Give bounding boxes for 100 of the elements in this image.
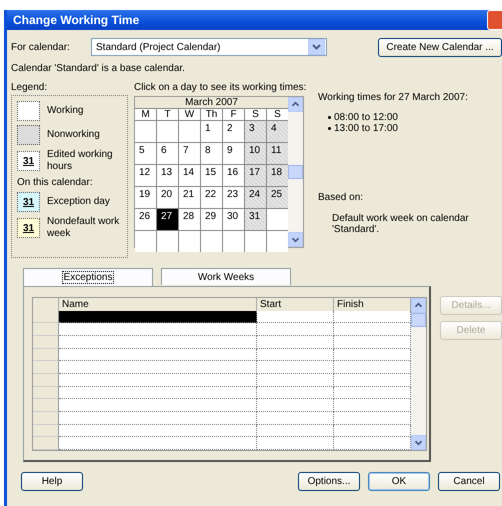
day-cell[interactable] bbox=[179, 121, 200, 142]
row-header[interactable] bbox=[33, 348, 59, 362]
table-cell[interactable] bbox=[257, 348, 334, 362]
day-cell[interactable] bbox=[135, 121, 156, 142]
scroll-thumb[interactable] bbox=[288, 165, 303, 179]
table-cell[interactable] bbox=[334, 323, 411, 336]
day-cell[interactable]: 25 bbox=[267, 187, 288, 208]
day-cell[interactable]: 17 bbox=[245, 165, 266, 186]
table-cell[interactable] bbox=[59, 412, 257, 425]
table-cell[interactable] bbox=[257, 310, 334, 324]
day-cell[interactable] bbox=[201, 231, 222, 252]
day-cell[interactable]: 24 bbox=[245, 187, 266, 208]
table-cell[interactable] bbox=[334, 310, 411, 324]
table-cell[interactable] bbox=[334, 437, 411, 450]
day-cell[interactable]: 20 bbox=[157, 187, 178, 208]
day-cell[interactable] bbox=[267, 231, 288, 252]
row-header[interactable] bbox=[33, 386, 59, 400]
table-cell[interactable] bbox=[59, 361, 257, 374]
column-header[interactable]: Name bbox=[59, 298, 257, 312]
table-cell[interactable] bbox=[59, 374, 257, 387]
row-header[interactable] bbox=[33, 437, 59, 450]
day-cell[interactable] bbox=[157, 121, 178, 142]
day-cell[interactable]: 26 bbox=[135, 209, 156, 230]
day-cell[interactable]: 13 bbox=[157, 165, 178, 186]
row-header[interactable] bbox=[33, 424, 59, 438]
column-header[interactable]: Finish bbox=[334, 298, 411, 312]
day-cell[interactable]: 4 bbox=[267, 121, 288, 142]
table-cell[interactable] bbox=[334, 336, 411, 349]
day-cell[interactable]: 5 bbox=[135, 143, 156, 164]
row-header[interactable] bbox=[33, 412, 59, 425]
day-cell[interactable] bbox=[267, 209, 288, 230]
table-cell[interactable] bbox=[257, 323, 334, 336]
table-cell[interactable] bbox=[257, 336, 334, 349]
day-cell[interactable]: 19 bbox=[135, 187, 156, 208]
day-cell[interactable]: 23 bbox=[223, 187, 244, 208]
day-cell[interactable]: 27 bbox=[157, 209, 178, 230]
table-cell[interactable] bbox=[257, 412, 334, 425]
table-cell[interactable] bbox=[257, 437, 334, 450]
dialog-button[interactable]: OK bbox=[368, 472, 430, 491]
table-cell[interactable] bbox=[257, 361, 334, 374]
dialog-button[interactable]: Cancel bbox=[438, 472, 500, 491]
table-cell[interactable] bbox=[334, 424, 411, 438]
day-cell[interactable]: 18 bbox=[267, 165, 288, 186]
scroll-thumb[interactable] bbox=[411, 313, 426, 327]
day-cell[interactable]: 8 bbox=[201, 143, 222, 164]
day-cell[interactable]: 7 bbox=[179, 143, 200, 164]
day-cell[interactable]: 22 bbox=[201, 187, 222, 208]
close-button[interactable] bbox=[487, 10, 502, 30]
table-cell[interactable] bbox=[334, 361, 411, 374]
table-cell[interactable] bbox=[59, 437, 257, 450]
day-cell[interactable]: 11 bbox=[267, 143, 288, 164]
day-cell[interactable]: 10 bbox=[245, 143, 266, 164]
table-cell[interactable] bbox=[257, 386, 334, 400]
table-cell[interactable] bbox=[334, 374, 411, 387]
row-header[interactable] bbox=[33, 374, 59, 387]
help-button[interactable]: Help bbox=[21, 472, 83, 491]
table-cell[interactable] bbox=[334, 386, 411, 400]
day-cell[interactable]: 12 bbox=[135, 165, 156, 186]
scroll-up-icon[interactable] bbox=[411, 298, 426, 313]
day-cell[interactable]: 28 bbox=[179, 209, 200, 230]
day-cell[interactable]: 14 bbox=[179, 165, 200, 186]
table-cell[interactable] bbox=[59, 399, 257, 412]
scroll-up-icon[interactable] bbox=[288, 97, 303, 112]
day-cell[interactable]: 6 bbox=[157, 143, 178, 164]
calendar-dropdown[interactable]: Standard (Project Calendar) bbox=[91, 38, 327, 56]
day-cell[interactable]: 31 bbox=[245, 209, 266, 230]
day-cell[interactable] bbox=[179, 231, 200, 252]
row-header[interactable] bbox=[33, 310, 59, 324]
table-cell[interactable] bbox=[257, 399, 334, 412]
day-cell[interactable]: 2 bbox=[223, 121, 244, 142]
day-cell[interactable] bbox=[157, 231, 178, 252]
day-cell[interactable]: 15 bbox=[201, 165, 222, 186]
day-cell[interactable]: 21 bbox=[179, 187, 200, 208]
table-cell[interactable] bbox=[334, 348, 411, 362]
day-cell[interactable]: 1 bbox=[201, 121, 222, 142]
row-header[interactable] bbox=[33, 336, 59, 349]
table-cell[interactable] bbox=[59, 348, 257, 362]
scroll-down-icon[interactable] bbox=[411, 435, 426, 450]
table-cell[interactable] bbox=[59, 310, 257, 324]
row-header[interactable] bbox=[33, 361, 59, 374]
table-cell[interactable] bbox=[334, 412, 411, 425]
column-header[interactable]: Start bbox=[257, 298, 334, 312]
dialog-button[interactable]: Options... bbox=[298, 472, 360, 491]
day-cell[interactable] bbox=[223, 231, 244, 252]
tab[interactable]: Work Weeks bbox=[161, 268, 291, 285]
day-cell[interactable]: 30 bbox=[223, 209, 244, 230]
table-cell[interactable] bbox=[334, 399, 411, 412]
day-cell[interactable]: 16 bbox=[223, 165, 244, 186]
day-cell[interactable]: 29 bbox=[201, 209, 222, 230]
table-cell[interactable] bbox=[59, 323, 257, 336]
table-cell[interactable] bbox=[59, 424, 257, 438]
table-cell[interactable] bbox=[257, 374, 334, 387]
day-cell[interactable] bbox=[135, 231, 156, 252]
table-cell[interactable] bbox=[59, 336, 257, 349]
create-calendar-button[interactable]: Create New Calendar ... bbox=[378, 38, 502, 56]
day-cell[interactable]: 9 bbox=[223, 143, 244, 164]
row-header[interactable] bbox=[33, 399, 59, 412]
scroll-down-icon[interactable] bbox=[288, 232, 303, 247]
table-cell[interactable] bbox=[257, 424, 334, 438]
table-cell[interactable] bbox=[59, 386, 257, 400]
